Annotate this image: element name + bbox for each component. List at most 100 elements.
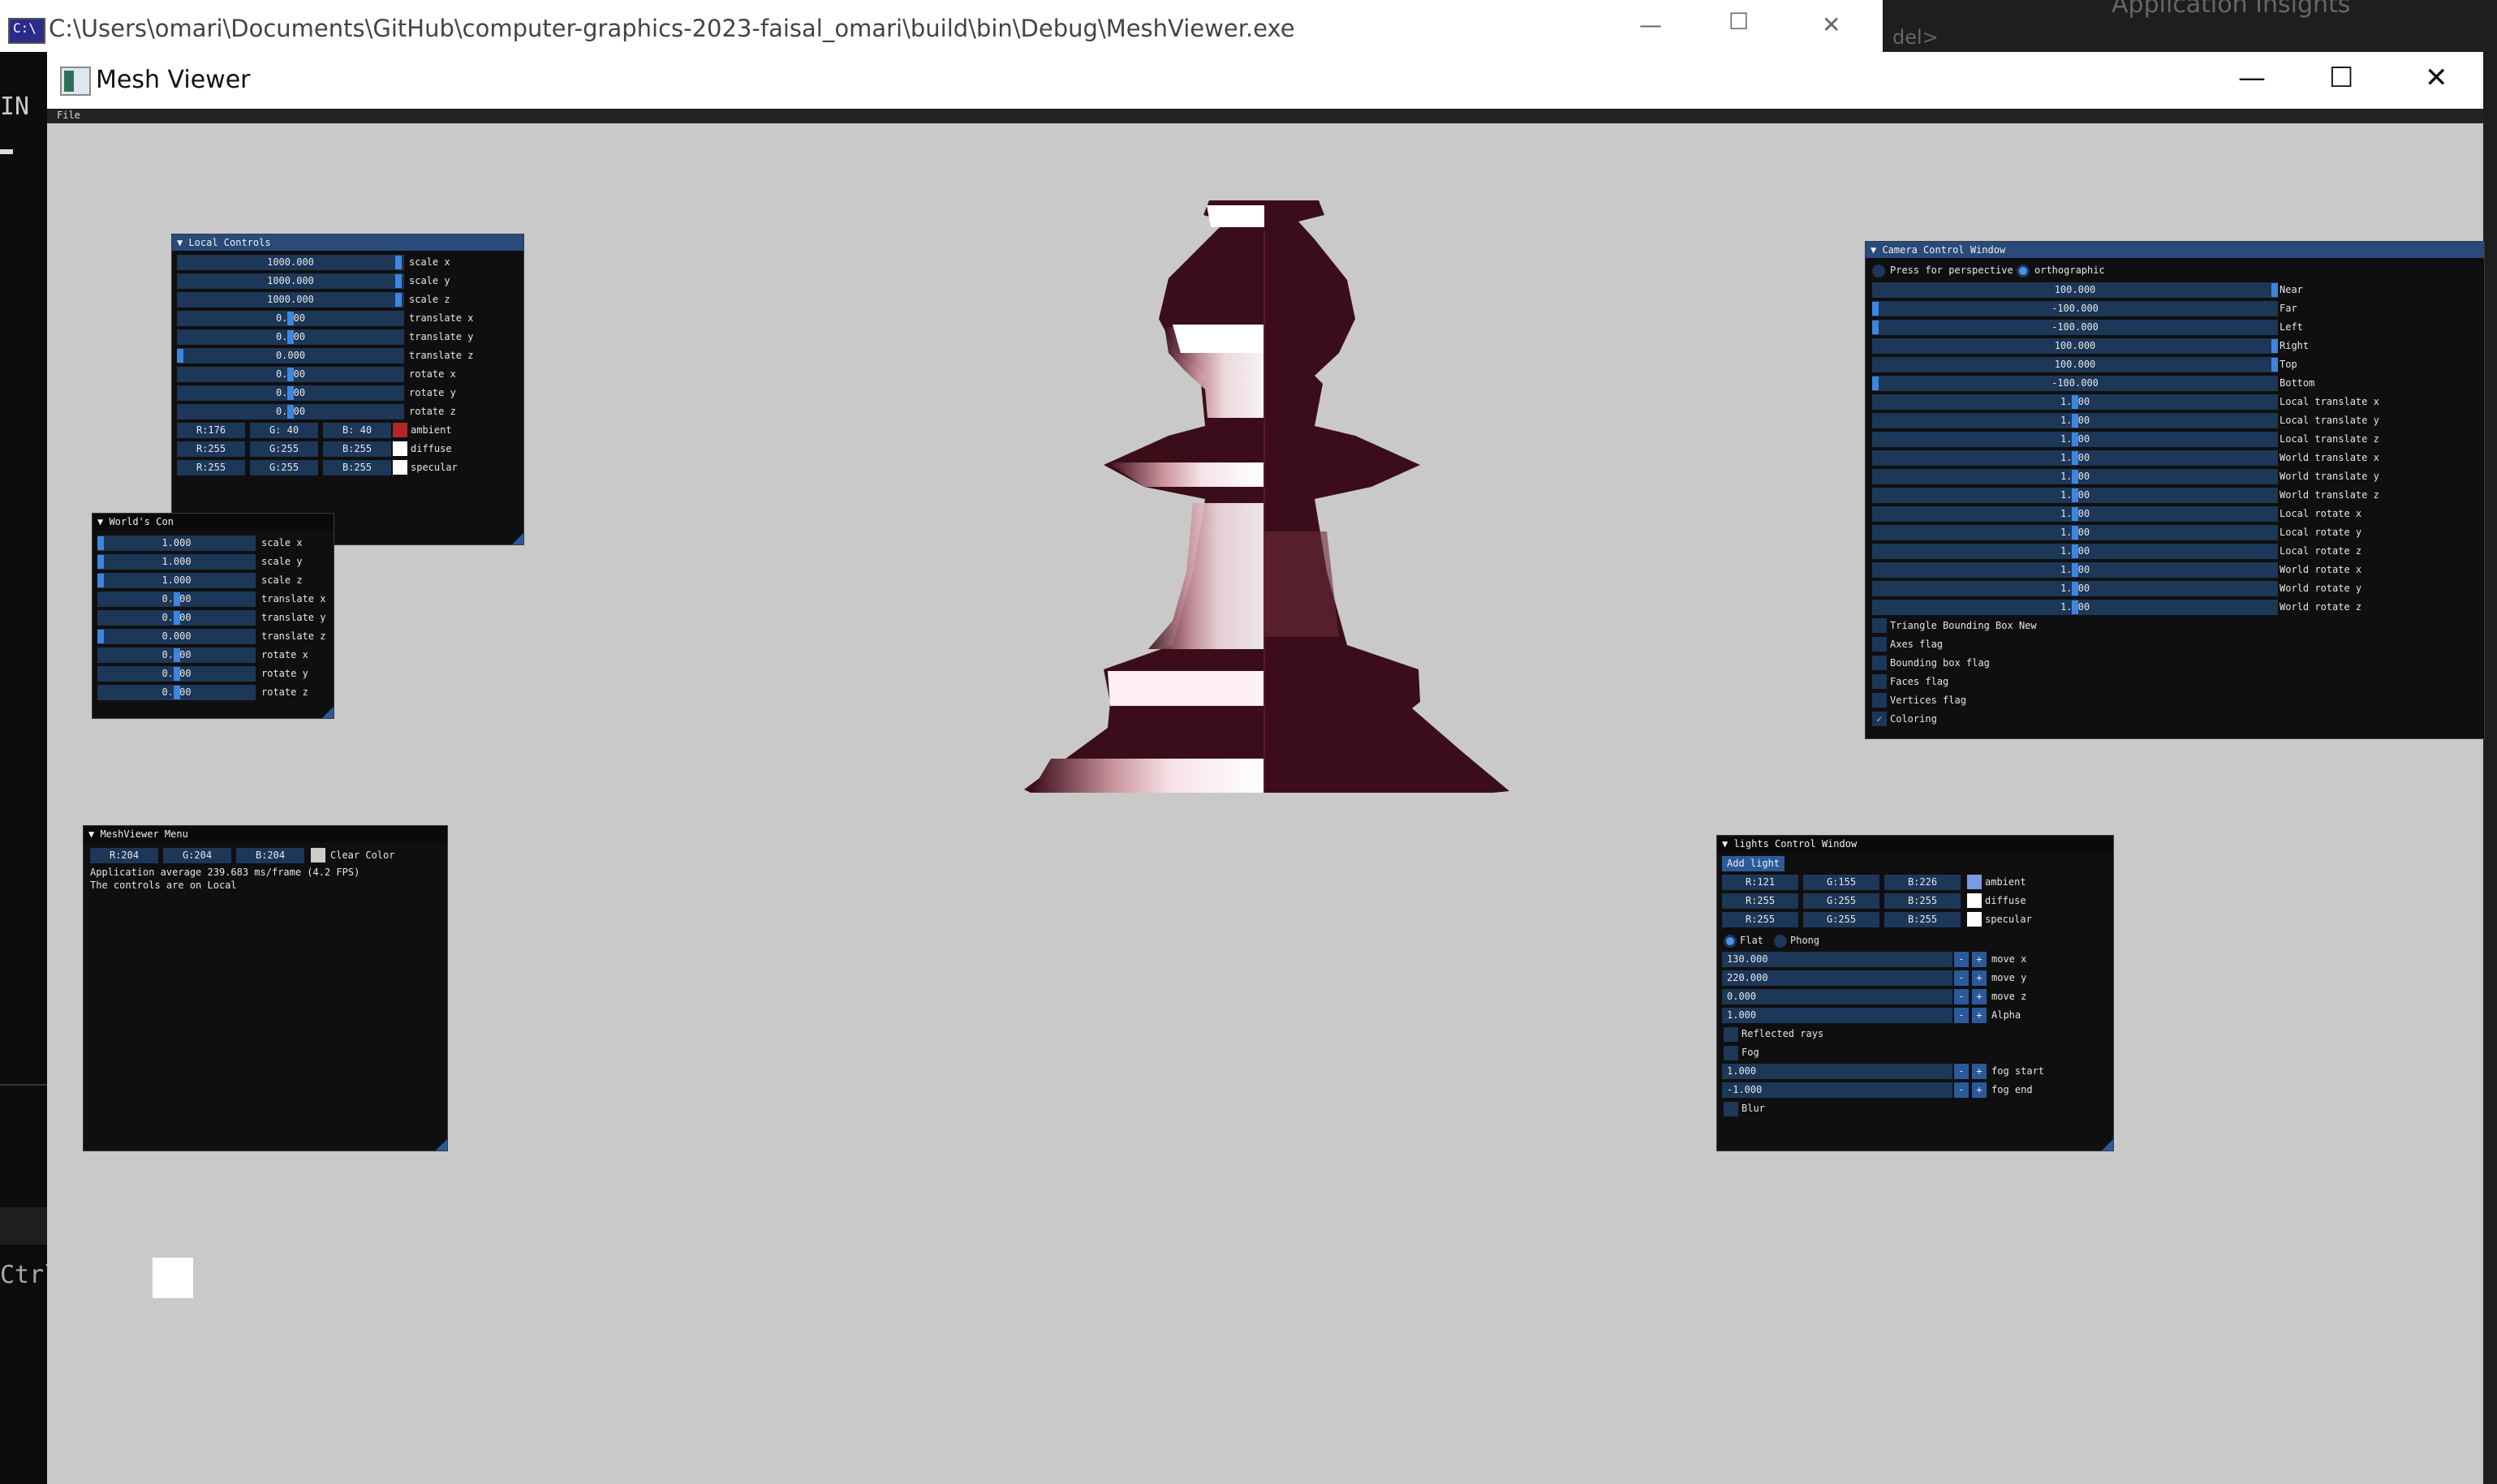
slider-knob[interactable] [2072,507,2078,521]
slider-knob[interactable] [395,293,402,307]
slider-knob[interactable] [97,555,104,569]
slider-field[interactable]: -100.000 [1872,301,2278,316]
add-light-button[interactable]: Add light [1722,856,1785,871]
decrement-button[interactable]: - [1954,1008,1969,1023]
flag-checkbox[interactable] [1872,656,1887,670]
menu-file[interactable]: File [57,110,80,121]
slider-knob[interactable] [287,386,294,400]
ide-dropdown[interactable]: del> [1892,26,1939,49]
flag-checkbox[interactable] [1872,637,1887,652]
color-g-field[interactable]: G: 40 [250,423,318,438]
slider-knob[interactable] [2271,339,2278,353]
lights-control-window[interactable]: ▼ lights Control Window Add light R:121 G… [1716,835,2114,1151]
color-b-field[interactable]: B:255 [1884,912,1961,927]
slider-knob[interactable] [2072,526,2078,540]
flag-checkbox[interactable] [1872,674,1887,689]
slider-knob[interactable] [174,592,180,606]
input-field[interactable]: 0.000 [1722,989,1952,1004]
meshviewer-menu-window[interactable]: ▼ MeshViewer Menu R:204 G:204 B:204 Clea… [83,825,448,1151]
orthographic-radio[interactable] [2017,265,2030,277]
slider-knob[interactable] [287,405,294,419]
perspective-radio[interactable] [1872,265,1885,277]
slider-field[interactable]: 1.000 [97,536,256,551]
color-g-field[interactable]: G:255 [1803,912,1879,927]
color-r-field[interactable]: R:255 [177,441,245,457]
slider-knob[interactable] [97,536,104,550]
slider-knob[interactable] [395,256,402,269]
world-controls-title[interactable]: ▼ World's Con [93,514,334,530]
console-maximize-button[interactable]: ☐ [1729,8,1749,35]
clear-color-swatch[interactable] [311,848,325,862]
local-controls-title[interactable]: ▼ Local Controls [172,234,523,251]
fog-checkbox[interactable] [1724,1046,1738,1060]
color-g-field[interactable]: G:255 [250,441,318,457]
lights-title[interactable]: ▼ lights Control Window [1717,836,2113,852]
slider-knob[interactable] [1872,376,1879,390]
resize-grip[interactable] [2102,1139,2113,1151]
slider-knob[interactable] [97,630,104,643]
slider-field[interactable]: 100.000 [1872,357,2278,372]
color-r-field[interactable]: R:121 [1722,875,1798,890]
color-g-field[interactable]: G:155 [1803,875,1879,890]
slider-knob[interactable] [2072,395,2078,409]
maximize-button[interactable]: ☐ [2329,62,2353,94]
slider-knob[interactable] [2072,488,2078,502]
slider-knob[interactable] [287,312,294,325]
local-controls-window[interactable]: ▼ Local Controls 1000.000 scale x 1000.000… [171,234,524,545]
color-r-field[interactable]: R:255 [1722,893,1798,909]
ide-insights-label[interactable]: Application Insights [2112,0,2350,19]
menu-window-title[interactable]: ▼ MeshViewer Menu [84,826,447,842]
slider-knob[interactable] [2271,358,2278,372]
color-b-field[interactable]: B:255 [323,441,391,457]
color-b-field[interactable]: B: 40 [323,423,391,438]
slider-knob[interactable] [2072,470,2078,484]
slider-knob[interactable] [2072,563,2078,577]
color-r-field[interactable]: R:176 [177,423,245,438]
increment-button[interactable]: + [1972,952,1987,967]
color-g-field[interactable]: G:255 [1803,893,1879,909]
color-r-field[interactable]: R:255 [1722,912,1798,927]
color-swatch[interactable] [1967,912,1982,927]
input-field[interactable]: -1.000 [1722,1082,1952,1098]
slider-field[interactable]: -100.000 [1872,376,2278,391]
slider-field[interactable]: 0.000 [97,629,256,644]
decrement-button[interactable]: - [1954,1082,1969,1098]
color-swatch[interactable] [1967,893,1982,908]
decrement-button[interactable]: - [1954,970,1969,986]
slider-knob[interactable] [287,368,294,381]
color-b-field[interactable]: B:226 [1884,875,1961,890]
blur-checkbox[interactable] [1724,1102,1738,1116]
color-swatch[interactable] [393,441,407,456]
increment-button[interactable]: + [1972,970,1987,986]
decrement-button[interactable]: - [1954,1064,1969,1079]
clear-color-b[interactable]: B:204 [236,848,304,863]
increment-button[interactable]: + [1972,989,1987,1004]
input-field[interactable]: 1.000 [1722,1064,1952,1079]
decrement-button[interactable]: - [1954,952,1969,967]
slider-field[interactable]: 1000.000 [177,273,404,289]
slider-field[interactable]: 1000.000 [177,292,404,308]
slider-field[interactable]: 1.000 [97,554,256,570]
minimize-button[interactable]: — [2238,62,2266,94]
clear-color-g[interactable]: G:204 [163,848,231,863]
flag-checkbox[interactable] [1872,693,1887,708]
slider-knob[interactable] [2072,414,2078,428]
slider-field[interactable]: 100.000 [1872,338,2278,354]
resize-grip[interactable] [436,1139,447,1151]
slider-field[interactable]: 1000.000 [177,255,404,270]
slider-knob[interactable] [2072,582,2078,596]
slider-knob[interactable] [287,330,294,344]
slider-knob[interactable] [2072,451,2078,465]
increment-button[interactable]: + [1972,1008,1987,1023]
resize-grip[interactable] [322,707,334,718]
slider-knob[interactable] [1872,320,1879,334]
input-field[interactable]: 130.000 [1722,952,1952,967]
close-button[interactable]: ✕ [2425,62,2448,94]
slider-knob[interactable] [1872,302,1879,316]
flat-radio[interactable] [1724,935,1737,948]
slider-knob[interactable] [2072,432,2078,446]
color-swatch[interactable] [393,423,407,437]
console-minimize-button[interactable]: — [1639,11,1662,38]
slider-knob[interactable] [174,611,180,625]
slider-knob[interactable] [97,574,104,587]
